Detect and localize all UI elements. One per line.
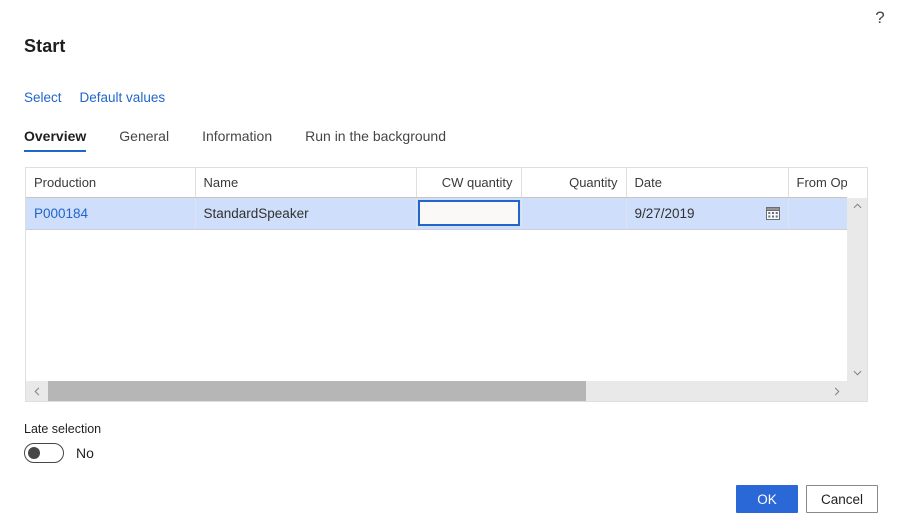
cell-from-oper-n[interactable] (788, 197, 847, 230)
page-title: Start (24, 36, 66, 56)
late-selection-value: No (76, 445, 94, 461)
command-bar: Select Default values (24, 90, 165, 105)
help-icon[interactable]: ? (868, 5, 892, 29)
column-header-production[interactable]: Production (26, 168, 196, 198)
column-header-quantity[interactable]: Quantity (521, 168, 627, 198)
production-link[interactable]: P000184 (34, 206, 88, 221)
tab-general[interactable]: General (119, 128, 169, 152)
chevron-left-icon[interactable] (26, 381, 48, 401)
cw-quantity-input[interactable] (419, 201, 518, 224)
table-row[interactable]: P000184 StandardSpeaker 9/27/2019 (26, 197, 847, 230)
calendar-icon[interactable] (765, 206, 780, 220)
column-header-name[interactable]: Name (195, 168, 417, 198)
horizontal-scroll-thumb[interactable] (48, 381, 586, 401)
chevron-down-icon[interactable] (847, 364, 867, 381)
grid-horizontal-scrollbar[interactable] (26, 381, 847, 401)
late-selection-toggle[interactable] (24, 443, 64, 463)
cell-quantity[interactable] (521, 197, 627, 230)
chevron-up-icon[interactable] (847, 198, 867, 215)
vertical-scroll-thumb[interactable] (847, 215, 867, 303)
grid-vertical-scrollbar[interactable] (847, 198, 867, 381)
column-header-date[interactable]: Date (626, 168, 789, 198)
tab-information[interactable]: Information (202, 128, 272, 152)
cw-quantity-focus-ring (417, 199, 520, 226)
column-header-from-oper-n[interactable]: From Oper. N (788, 168, 847, 198)
question-mark-glyph: ? (875, 7, 885, 27)
cell-cw-quantity[interactable] (416, 197, 522, 230)
dialog-footer: OK Cancel (735, 485, 878, 513)
ok-button[interactable]: OK (735, 485, 798, 513)
tab-overview[interactable]: Overview (24, 128, 87, 152)
cell-name[interactable]: StandardSpeaker (195, 197, 417, 230)
scrollbar-corner (847, 381, 867, 401)
toggle-knob (28, 447, 40, 459)
grid-scroll-area: Production Name CW quantity Quantity Dat… (26, 168, 847, 401)
date-value: 9/27/2019 (634, 205, 695, 221)
date-cell-inner: 9/27/2019 (635, 198, 780, 229)
grid-header-row: Production Name CW quantity Quantity Dat… (26, 168, 847, 198)
late-selection-row: No (24, 443, 101, 463)
production-grid: Production Name CW quantity Quantity Dat… (25, 167, 868, 402)
late-selection-group: Late selection No (24, 422, 101, 463)
cell-date[interactable]: 9/27/2019 (626, 197, 789, 230)
cell-production[interactable]: P000184 (26, 197, 196, 230)
late-selection-label: Late selection (24, 422, 102, 436)
tab-run-in-the-background[interactable]: Run in the background (305, 128, 446, 152)
chevron-right-icon[interactable] (825, 381, 847, 401)
grid-table: Production Name CW quantity Quantity Dat… (26, 168, 847, 230)
cancel-button[interactable]: Cancel (805, 485, 878, 513)
default-values-link[interactable]: Default values (80, 90, 166, 105)
select-link[interactable]: Select (24, 90, 62, 105)
column-header-cw-quantity[interactable]: CW quantity (416, 168, 522, 198)
tabstrip: Overview General Information Run in the … (24, 128, 479, 152)
